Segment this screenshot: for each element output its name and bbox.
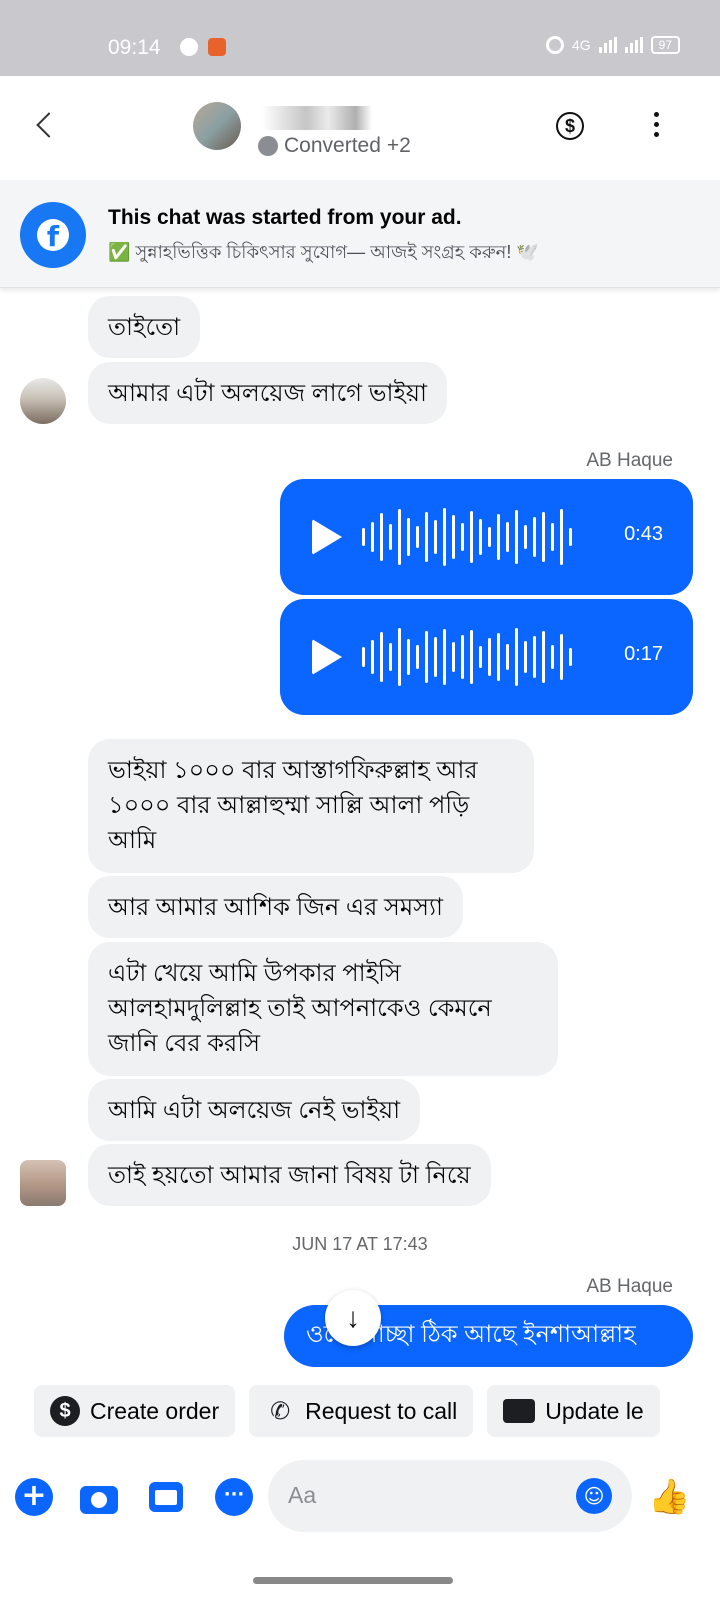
sender-name-label: AB Haque [586,1276,673,1297]
message-bubble-incoming[interactable]: তাই হয়তো আমার জানা বিষয় টা নিয়ে [88,1144,491,1206]
voice-duration: 0:17 [624,643,663,665]
create-order-label: Create order [90,1397,220,1424]
back-arrow-icon[interactable] [36,112,62,138]
quick-action-chips: $ Create order ✆ Request to call Update … [34,1385,660,1437]
update-lead-label: Update le [545,1397,644,1424]
chat-header: Converted +2 $ [0,76,720,180]
dollar-icon[interactable]: $ [556,112,584,140]
play-icon[interactable] [312,519,342,555]
ad-banner-title: This chat was started from your ad. [108,206,462,229]
status-label: Converted [284,134,381,157]
voice-message-bubble[interactable]: 0:43 [280,479,693,595]
request-call-label: Request to call [305,1397,458,1424]
message-bubble-incoming[interactable]: আমি এটা অলয়েজ নেই ভাইয়া [88,1079,421,1141]
audio-waveform [362,627,572,687]
plus-icon[interactable]: + [15,1478,53,1516]
signal-icon [598,37,617,53]
battery-level: 97 [650,36,680,54]
camera-icon[interactable] [80,1478,118,1516]
sender-avatar[interactable] [20,378,66,424]
status-time: 09:14 [108,36,161,59]
messenger-notification-icon [180,38,198,56]
message-composer: + ··· Aa ☺ 👍 [0,1456,720,1546]
status-dot-icon [258,136,278,156]
ad-origin-banner[interactable]: f This chat was started from your ad. ✅ … [0,180,720,288]
home-indicator[interactable] [253,1577,453,1584]
message-input[interactable]: Aa ☺ [268,1460,632,1532]
dollar-circle-icon: $ [50,1396,80,1426]
message-bubble-incoming[interactable]: ভাইয়া ১০০০ বার আস্তাগফিরুল্লাহ আর ১০০০ … [88,739,534,873]
contact-avatar[interactable] [193,102,241,150]
emoji-icon[interactable]: ☺ [576,1478,612,1514]
facebook-logo-icon: f [20,202,86,268]
status-bar: 09:14 4G 97 [0,0,720,76]
message-bubble-incoming[interactable]: আমার এটা অলয়েজ লাগে ভাইয়া [88,362,448,424]
audio-waveform [362,507,572,567]
arrow-down-icon[interactable]: ↓ [325,1290,381,1346]
app-notification-icon [208,38,226,56]
phone-plus-icon: ✆ [270,1397,291,1425]
message-bubble-incoming[interactable]: এটা খেয়ে আমি উপকার পাইসি আলহামদুলিল্লাহ… [88,942,558,1076]
gallery-icon[interactable] [148,1478,186,1516]
message-timestamp: JUN 17 AT 17:43 [292,1234,428,1254]
message-bubble-incoming[interactable]: তাইতো [88,296,201,358]
signal-2-icon [624,37,643,53]
chat-more-icon[interactable]: ··· [215,1478,253,1516]
extra-labels-count: +2 [386,134,411,157]
messenger-chat-screen: 09:14 4G 97 Converted +2 $ f This chat w… [0,0,720,1600]
voice-message-bubble[interactable]: 0:17 [280,599,693,715]
request-call-button[interactable]: ✆ Request to call [249,1385,474,1437]
sender-name-label: AB Haque [586,450,673,471]
ad-banner-subtitle: ✅ সুন্নাহভিত্তিক চিকিৎসার সুযোগ— আজই সংগ… [108,242,539,262]
more-vert-icon[interactable] [650,112,662,140]
alarm-icon [545,36,564,54]
voice-duration: 0:43 [624,523,663,545]
create-order-button[interactable]: $ Create order [34,1385,236,1437]
message-bubble-incoming[interactable]: আর আমার আশিক জিন এর সমস্যা [88,876,463,938]
message-input-placeholder: Aa [288,1482,317,1508]
thumbs-up-icon[interactable]: 👍 [648,1478,690,1516]
network-type: 4G [571,37,591,53]
status-indicators: 4G 97 [545,36,680,54]
contact-status[interactable]: Converted +2 [258,134,411,158]
update-lead-button[interactable]: Update le [487,1385,660,1437]
id-card-icon [503,1399,536,1423]
play-icon[interactable] [312,639,342,675]
contact-name-redacted[interactable] [262,106,372,130]
sender-avatar[interactable] [20,1160,66,1206]
